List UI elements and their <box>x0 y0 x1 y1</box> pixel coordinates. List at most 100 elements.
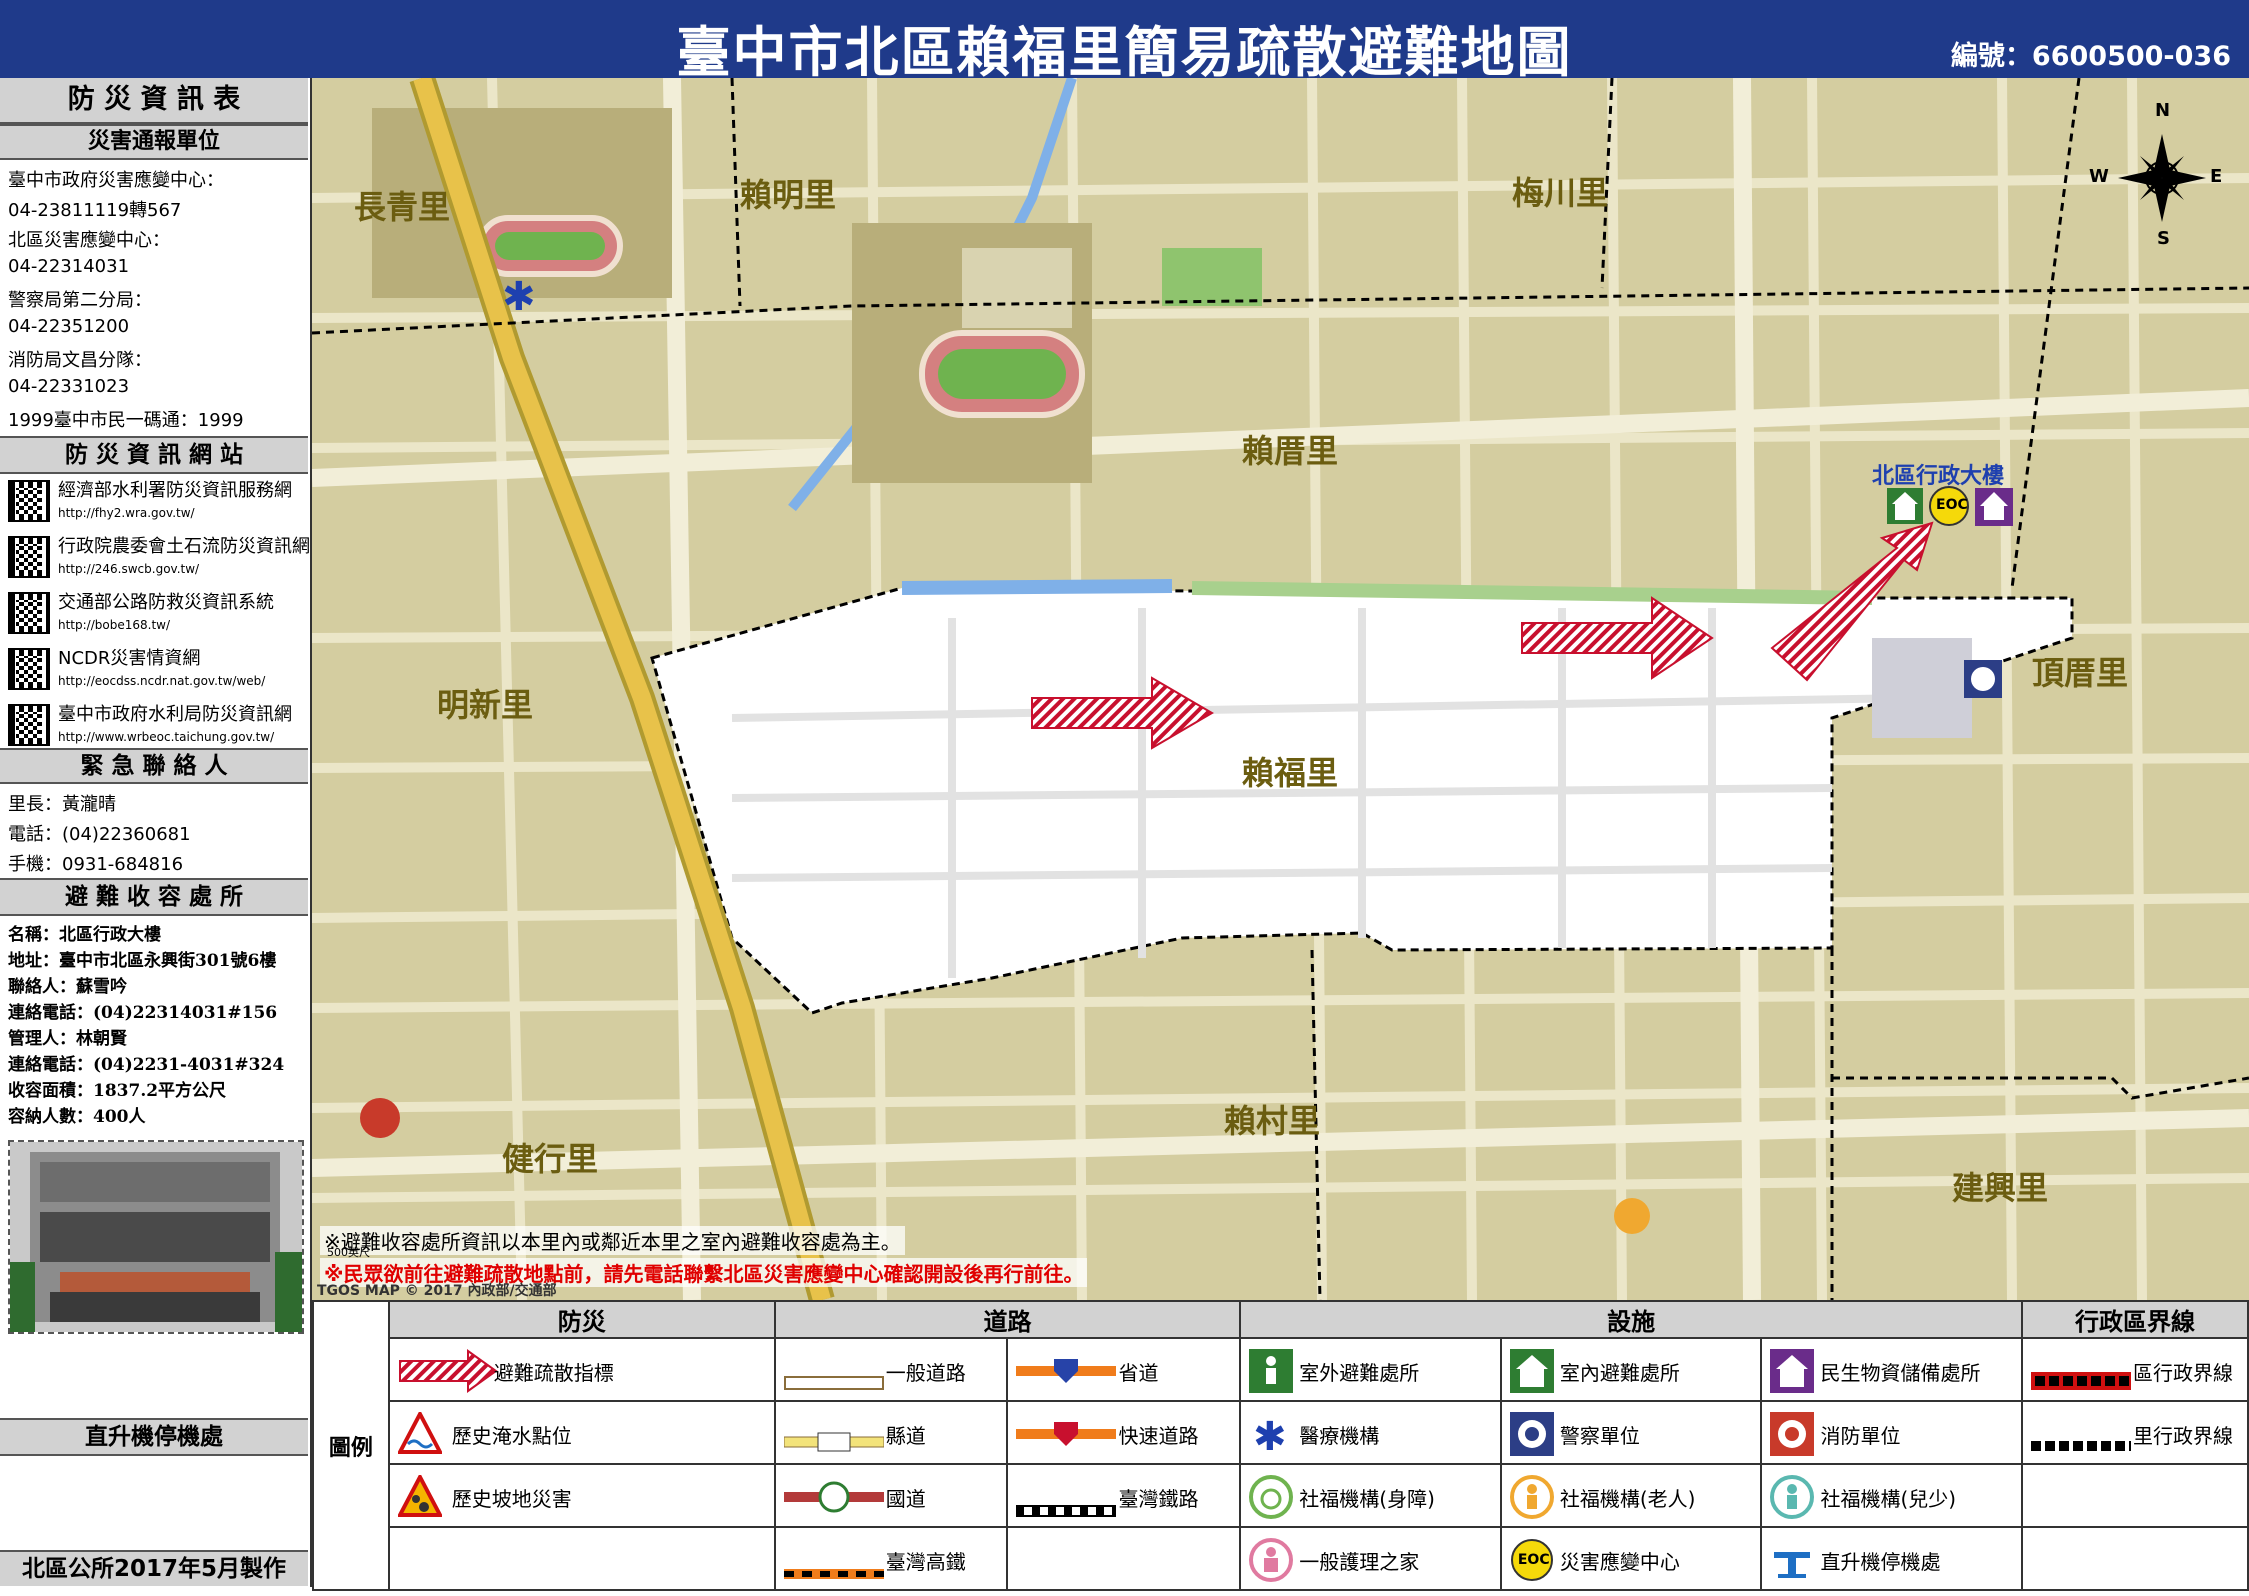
website-url[interactable]: http://bobe168.tw/ <box>58 618 170 632</box>
website-url[interactable]: http://www.wrbeoc.taichung.gov.tw/ <box>58 730 274 744</box>
shelter-photo <box>8 1140 304 1334</box>
fire-station-icon <box>360 1098 400 1138</box>
qr-code-icon[interactable] <box>8 648 50 690</box>
police-legend-icon <box>1509 1412 1554 1456</box>
shelter-title: 避 難 收 容 處 所 <box>0 878 308 916</box>
legend-item: 一般護理之家 <box>1239 1526 1502 1591</box>
legend-item: 社福機構(身障) <box>1239 1463 1502 1528</box>
supply-storage-legend-icon <box>1770 1349 1815 1393</box>
report-title: 災害通報單位 <box>0 124 308 160</box>
svg-text:✱: ✱ <box>1253 1414 1287 1456</box>
website-url[interactable]: http://eocdss.ncdr.nat.gov.tw/web/ <box>58 674 265 688</box>
qr-code-icon[interactable] <box>8 480 50 522</box>
footer-credit: 北區公所2017年5月製作 <box>0 1550 308 1586</box>
helipad-title: 直升機停機處 <box>0 1418 308 1456</box>
svg-text:✱: ✱ <box>502 274 536 320</box>
info-title: 防 災 資 訊 表 <box>0 78 308 124</box>
legend-header-facility: 設施 <box>1239 1300 2024 1339</box>
shelter-photo-drawing <box>10 1142 302 1332</box>
map-page: 臺中市北區賴福里簡易疏散避難地圖 編號：6600500-036 防 災 資 訊 … <box>0 0 2249 1591</box>
shelter-line: 容納人數：400人 <box>8 1107 146 1127</box>
district-label: 賴厝里 <box>1242 432 1339 470</box>
district-label: 梅川里 <box>1512 174 1609 212</box>
legend-item-empty <box>2021 1526 2249 1591</box>
legend-item-empty <box>1006 1526 1242 1591</box>
youth-welfare-icon <box>1770 1475 1815 1519</box>
shelter-line: 連絡電話：(04)22314031#156 <box>8 1003 278 1023</box>
legend-item: 國道 <box>773 1463 1009 1528</box>
shelter-line: 聯絡人：蘇雪吟 <box>8 977 127 997</box>
legend-item-empty <box>387 1526 776 1591</box>
legend-item: 縣道 <box>773 1400 1009 1465</box>
legend-header-road: 道路 <box>773 1300 1242 1339</box>
legend: 圖例 防災 道路 設施 行政區界線 避難疏散指標 一般道路 省道 室外避難處所 … <box>312 1300 2249 1591</box>
outdoor-shelter-icon <box>1249 1349 1294 1393</box>
legend-item: 區行政界線 <box>2021 1337 2249 1402</box>
facility-label: 北區行政大樓 <box>1872 464 2005 489</box>
website-name: 行政院農委會土石流防災資訊網 <box>58 536 310 557</box>
provincial-road-icon <box>1016 1359 1117 1383</box>
website-url[interactable]: http://fhy2.wra.gov.tw/ <box>58 506 195 520</box>
indoor-shelter-legend-icon <box>1509 1349 1554 1393</box>
legend-item: 室外避難處所 <box>1239 1337 1502 1402</box>
district-boundary-icon <box>2031 1372 2132 1390</box>
flood-point-icon <box>397 1412 442 1454</box>
compass-s: S <box>2157 228 2170 249</box>
legend-item: 社福機構(兒少) <box>1760 1463 2024 1528</box>
website-url[interactable]: http://246.swcb.gov.tw/ <box>58 562 199 576</box>
legend-item: 直升機停機處 <box>1760 1526 2024 1591</box>
fire-station-legend-icon <box>1770 1412 1815 1456</box>
shelter-line: 連絡電話：(04)2231-4031#324 <box>8 1055 285 1075</box>
disability-welfare-icon <box>1249 1475 1294 1519</box>
qr-code-icon[interactable] <box>8 704 50 746</box>
legend-item: 一般道路 <box>773 1337 1009 1402</box>
website-name: 經濟部水利署防災資訊服務網 <box>58 480 292 501</box>
shelter-line: 名稱：北區行政大樓 <box>8 925 161 945</box>
qr-code-icon[interactable] <box>8 536 50 578</box>
village-boundary-icon <box>2031 1441 2132 1451</box>
legend-item: 民生物資儲備處所 <box>1760 1337 2024 1402</box>
map-title: 臺中市北區賴福里簡易疏散避難地圖 <box>676 21 1573 84</box>
website-name: 交通部公路防救災資訊系統 <box>58 592 274 613</box>
header-bar: 臺中市北區賴福里簡易疏散避難地圖 編號：6600500-036 <box>0 0 2249 84</box>
national-road-icon <box>783 1481 884 1513</box>
eoc-legend-text: EOC <box>1517 1552 1550 1568</box>
compass-e: E <box>2210 166 2223 187</box>
notice-shelter-info: ※避難收容處所資訊以本里內或鄰近本里之室內避難收容處為主。 <box>320 1226 905 1255</box>
report-line: 04-23811119轉567 <box>8 200 182 221</box>
legend-item: 臺灣高鐵 <box>773 1526 1009 1591</box>
county-road-icon <box>783 1432 884 1452</box>
legend-item: 快速道路 <box>1006 1400 1242 1465</box>
legend-item: 省道 <box>1006 1337 1242 1402</box>
contact-title: 緊 急 聯 絡 人 <box>0 748 308 784</box>
legend-item: 里行政界線 <box>2021 1400 2249 1465</box>
medical-legend-icon: ✱ <box>1253 1414 1287 1456</box>
web-title: 防 災 資 訊 網 站 <box>0 436 308 474</box>
legend-item: 警察單位 <box>1499 1400 1763 1465</box>
report-line: 04-22314031 <box>8 256 130 277</box>
map-code: 編號：6600500-036 <box>1950 41 2231 72</box>
general-road-icon <box>783 1376 884 1390</box>
expressway-icon <box>1016 1422 1117 1446</box>
report-line: 04-22331023 <box>8 376 130 397</box>
shelter-line: 管理人：林朝賢 <box>8 1029 127 1049</box>
legend-header-boundary: 行政區界線 <box>2021 1300 2249 1339</box>
police-icon <box>1964 660 2002 698</box>
district-label: 賴福里 <box>1242 754 1339 792</box>
map-copyright: TGOS MAP © 2017 內政部/交通部 <box>317 1283 557 1299</box>
eoc-label: EOC <box>1936 497 1968 513</box>
elderly-welfare-legend-icon <box>1509 1475 1554 1519</box>
evacuation-map[interactable]: ✱ N S E W EOC 長青里 賴明里 梅川里 賴厝里 明新里 賴福里 頂厝… <box>312 78 2249 1302</box>
elderly-welfare-icon <box>1614 1198 1650 1234</box>
legend-item: ✱ 醫療機構 <box>1239 1400 1502 1465</box>
district-label: 明新里 <box>437 686 534 724</box>
legend-item: EOC 災害應變中心 <box>1499 1526 1763 1591</box>
helipad-icon <box>1774 1552 1811 1578</box>
qr-code-icon[interactable] <box>8 592 50 634</box>
report-line: 04-22351200 <box>8 316 130 337</box>
shelter-line: 地址：臺中市北區永興街301號6樓 <box>8 951 277 971</box>
indoor-shelter-icon <box>1887 488 1923 524</box>
evacuation-arrow-icon <box>398 1349 498 1393</box>
legend-item: 室內避難處所 <box>1499 1337 1763 1402</box>
website-name: NCDR災害情資網 <box>58 648 201 669</box>
